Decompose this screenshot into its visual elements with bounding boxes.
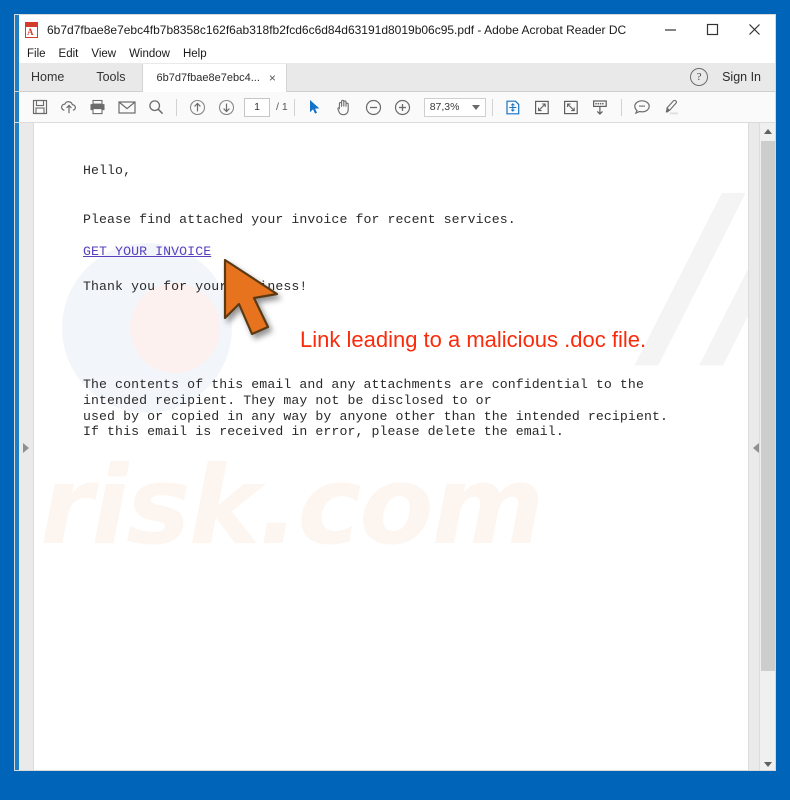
title-bar: A 6b7d7fbae8e7ebc4fb7b8358c162f6ab318fb2…	[15, 15, 775, 44]
fit-page-icon[interactable]	[499, 95, 528, 119]
page-count-label: / 1	[276, 101, 288, 113]
tab-document-label: 6b7d7fbae8e7ebc4...	[156, 72, 260, 84]
menu-item-help[interactable]: Help	[183, 48, 207, 60]
comment-icon[interactable]	[628, 95, 657, 119]
document-viewer: // risk.com Hello, Please find attached …	[15, 123, 775, 770]
orange-arrow-pointer-icon	[216, 256, 296, 346]
toolbar-separator-2	[293, 98, 295, 116]
tab-home[interactable]: Home	[15, 63, 81, 91]
tabstrip-left-accent	[15, 63, 19, 91]
toolbar-separator-3	[491, 98, 493, 116]
scrollbar-thumb[interactable]	[761, 141, 775, 671]
tab-document[interactable]: 6b7d7fbae8e7ebc4... ×	[141, 64, 287, 92]
menu-bar: File Edit View Window Help	[15, 44, 775, 63]
window-left-accent	[15, 15, 19, 44]
email-icon[interactable]	[112, 95, 141, 119]
watermark-logo: //	[654, 151, 748, 396]
hand-tool-icon[interactable]	[330, 95, 359, 119]
previous-page-icon[interactable]	[183, 95, 212, 119]
document-intro-line: Please find attached your invoice for re…	[83, 212, 516, 227]
next-page-icon[interactable]	[212, 95, 241, 119]
window-controls	[649, 15, 775, 44]
print-icon[interactable]	[83, 95, 112, 119]
zoom-level-value: 87,3%	[429, 101, 460, 113]
annotation-text: Link leading to a malicious .doc file.	[300, 327, 647, 352]
zoom-in-icon[interactable]	[388, 95, 417, 119]
page-number-input[interactable]: 1	[244, 97, 270, 117]
get-your-invoice-link[interactable]: GET YOUR INVOICE	[83, 244, 211, 259]
zoom-level-select[interactable]: 87,3%	[423, 97, 486, 117]
fit-width-icon[interactable]	[528, 95, 557, 119]
select-cursor-icon[interactable]	[301, 95, 330, 119]
document-greeting: Hello,	[83, 163, 132, 178]
close-button[interactable]	[733, 15, 775, 44]
left-panel-toggle[interactable]	[19, 123, 34, 770]
search-icon[interactable]	[141, 95, 170, 119]
acrobat-window: A 6b7d7fbae8e7ebc4fb7b8358c162f6ab318fb2…	[14, 14, 776, 771]
toolbar-left-accent	[15, 92, 19, 122]
toolbar-separator	[176, 98, 177, 116]
menu-item-view[interactable]: View	[91, 48, 116, 60]
pdf-page: // risk.com Hello, Please find attached …	[34, 123, 748, 770]
help-icon[interactable]: ?	[690, 68, 709, 86]
sign-in-button[interactable]: Sign In	[722, 70, 761, 84]
chevron-up-icon	[764, 129, 772, 134]
watermark-blob-pink	[130, 283, 220, 373]
viewer-left-accent	[15, 123, 19, 770]
watermark-text: risk.com	[40, 444, 544, 569]
tab-tools[interactable]: Tools	[80, 63, 142, 91]
save-icon[interactable]	[25, 95, 54, 119]
scroll-up-button[interactable]	[760, 123, 775, 140]
maximize-button[interactable]	[691, 15, 733, 44]
document-disclaimer: The contents of this email and any attac…	[83, 377, 669, 440]
chevron-down-icon[interactable]	[471, 104, 480, 110]
tab-strip: Home Tools 6b7d7fbae8e7ebc4... × ? Sign …	[15, 63, 775, 92]
vertical-scrollbar[interactable]	[759, 123, 775, 770]
zoom-out-icon[interactable]	[359, 95, 388, 119]
scroll-down-icon[interactable]	[586, 95, 615, 119]
toolbar: 1 / 1 87,3%	[15, 92, 775, 123]
chevron-down-icon-scroll	[764, 762, 772, 767]
menubar-left-accent	[15, 44, 19, 63]
desktop-background: A 6b7d7fbae8e7ebc4fb7b8358c162f6ab318fb2…	[0, 0, 790, 800]
menu-item-file[interactable]: File	[27, 48, 46, 60]
scroll-down-button[interactable]	[760, 756, 775, 770]
cloud-upload-icon[interactable]	[54, 95, 83, 119]
highlight-icon[interactable]	[657, 95, 686, 119]
pdf-file-icon: A	[25, 21, 40, 38]
toolbar-separator-4	[620, 98, 622, 116]
tabstrip-right-group: ? Sign In	[690, 63, 775, 91]
right-chevron-icon	[23, 443, 29, 453]
menu-item-edit[interactable]: Edit	[59, 48, 79, 60]
menu-item-window[interactable]: Window	[129, 48, 170, 60]
window-title: 6b7d7fbae8e7ebc4fb7b8358c162f6ab318fb2fc…	[47, 22, 627, 37]
full-screen-icon[interactable]	[557, 95, 586, 119]
minimize-button[interactable]	[649, 15, 691, 44]
close-icon[interactable]: ×	[269, 72, 276, 84]
